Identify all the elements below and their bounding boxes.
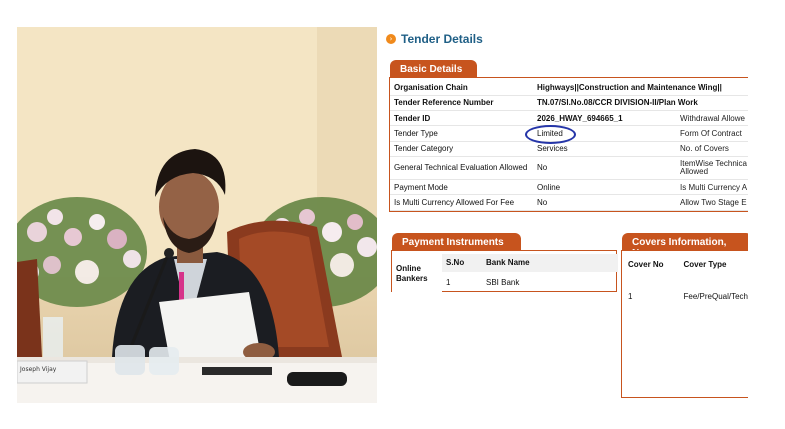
highlight-oval: [525, 125, 576, 144]
row-extra-label: Is Multi Currency A: [676, 179, 748, 196]
cell-cover-no: 1: [628, 292, 633, 301]
cell-cover-type: Fee/PreQual/Tech: [683, 292, 748, 301]
row-label: Tender Reference Number: [390, 95, 533, 112]
basic-details-table: Organisation Chain Highways||Construction…: [390, 80, 748, 211]
row-extra-label: Withdrawal Allowe: [676, 110, 748, 127]
table-row: Is Multi Currency Allowed For Fee No Allow…: [390, 194, 748, 211]
col-header-cover-type: Cover Type: [683, 259, 727, 269]
table-row: Tender Category Services No. of Covers: [390, 141, 748, 157]
row-value: TN.07/Sl.No.08/CCR DIVISION-II/Plan Work: [533, 95, 748, 112]
press-photo: Joseph Vijay: [17, 27, 377, 403]
col-header-sno: S.No: [442, 254, 482, 272]
table-row: General Technical Evaluation Allowed No It…: [390, 156, 748, 180]
page-title: Tender Details: [401, 32, 483, 46]
table-row: Organisation Chain Highways||Construction…: [390, 80, 748, 96]
cell-bank-name: SBI Bank: [486, 278, 520, 288]
row-label: Organisation Chain: [390, 80, 533, 96]
tender-details-panel: › Tender Details Basic Details Organisat…: [386, 27, 748, 403]
row-label: Payment Mode: [390, 179, 533, 196]
row-label: Tender Category: [390, 141, 533, 157]
row-value: 2026_HWAY_694665_1: [533, 110, 676, 127]
row-extra-label: Form Of Contract: [676, 125, 748, 142]
info-bullet-icon: ›: [386, 34, 396, 44]
tab-covers-information[interactable]: Covers Information, No.: [622, 233, 748, 259]
cell-sno: 1: [446, 278, 451, 288]
table-row: 1 Fee/PreQual/Tech: [623, 274, 748, 301]
row-extra-label: Allow Two Stage E: [676, 194, 748, 211]
covers-table: Cover No Cover Type 1 Fee/PreQual/Tech: [623, 254, 748, 302]
col-header-cover-no: Cover No: [628, 259, 664, 269]
table-row: Tender Reference Number TN.07/Sl.No.08/CC…: [390, 95, 748, 112]
row-value: No: [533, 156, 676, 180]
table-row: Tender ID 2026_HWAY_694665_1 Withdrawal Al…: [390, 110, 748, 127]
row-label: Is Multi Currency Allowed For Fee: [390, 194, 533, 211]
tab-basic-details[interactable]: Basic Details: [390, 60, 477, 77]
col-header-bank-name: Bank Name: [482, 254, 618, 272]
online-bankers-label: Online Bankers: [392, 254, 442, 294]
row-label: Tender Type: [390, 125, 533, 142]
row-value: No: [533, 194, 676, 211]
nameplate-text: Joseph Vijay: [20, 366, 57, 373]
row-extra-label: No. of Covers: [676, 141, 748, 157]
row-extra-label: ItemWise Technica Allowed: [676, 156, 748, 180]
press-photo-illustration: [17, 27, 377, 403]
payment-instruments-table: Online Bankers S.No Bank Name 1 SBI Bank: [392, 254, 618, 294]
row-label: Tender ID: [390, 110, 533, 127]
row-value: Online: [533, 179, 676, 196]
tender-details-header: › Tender Details: [386, 32, 483, 46]
row-value: Highways||Construction and Maintenance W…: [533, 80, 748, 96]
tab-payment-instruments[interactable]: Payment Instruments: [392, 233, 521, 251]
row-label: General Technical Evaluation Allowed: [390, 156, 533, 180]
table-row: Payment Mode Online Is Multi Currency A: [390, 179, 748, 196]
